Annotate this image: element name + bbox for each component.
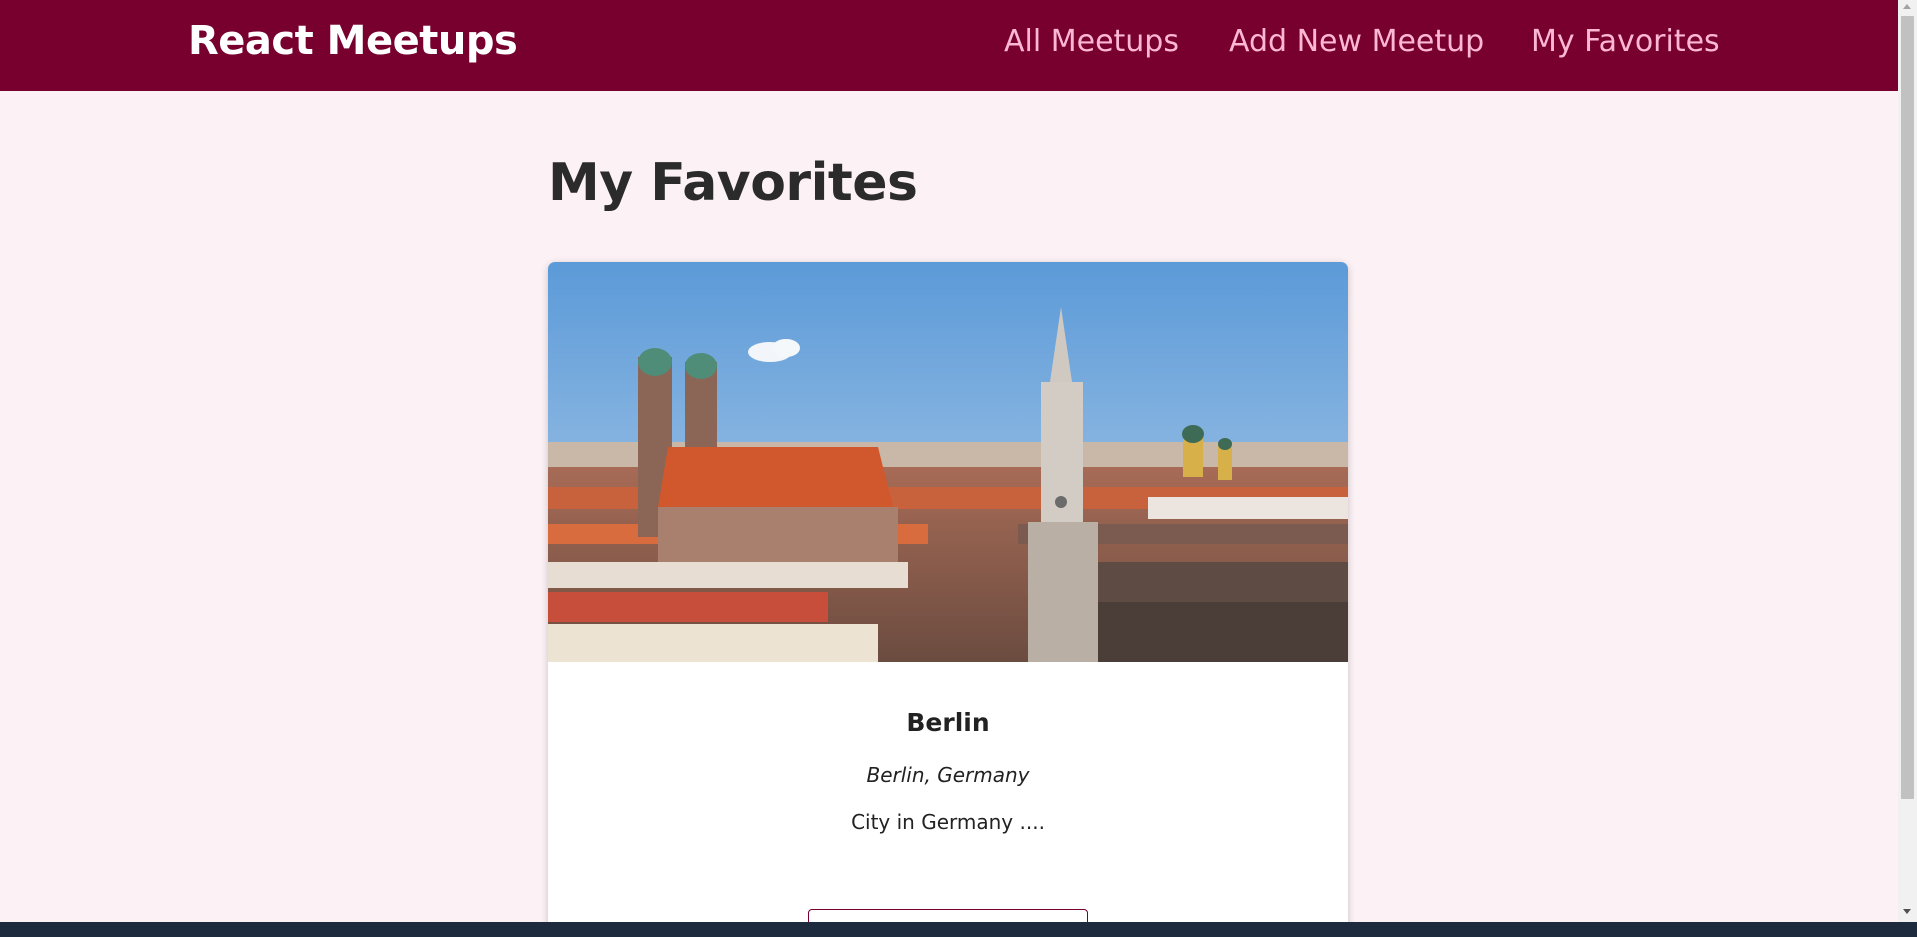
nav-add-new-meetup[interactable]: Add New Meetup xyxy=(1229,24,1484,59)
main-header: React Meetups All Meetups Add New Meetup… xyxy=(0,0,1898,91)
scroll-down-arrow-icon[interactable] xyxy=(1903,909,1911,914)
nav-all-meetups[interactable]: All Meetups xyxy=(1004,24,1179,59)
meetup-address: Berlin, Germany xyxy=(866,763,1030,787)
scroll-up-arrow-icon[interactable] xyxy=(1903,4,1911,9)
meetup-description: City in Germany .... xyxy=(851,810,1045,834)
scroll-thumb[interactable] xyxy=(1901,16,1914,799)
meetup-image xyxy=(548,262,1348,662)
meetup-title: Berlin xyxy=(906,708,990,737)
vertical-scrollbar[interactable] xyxy=(1898,0,1917,922)
os-taskbar xyxy=(0,922,1917,937)
nav-my-favorites[interactable]: My Favorites xyxy=(1531,24,1720,59)
meetup-card: Berlin Berlin, Germany City in Germany .… xyxy=(548,262,1348,937)
page-title: My Favorites xyxy=(548,153,918,213)
app-logo: React Meetups xyxy=(188,18,518,64)
